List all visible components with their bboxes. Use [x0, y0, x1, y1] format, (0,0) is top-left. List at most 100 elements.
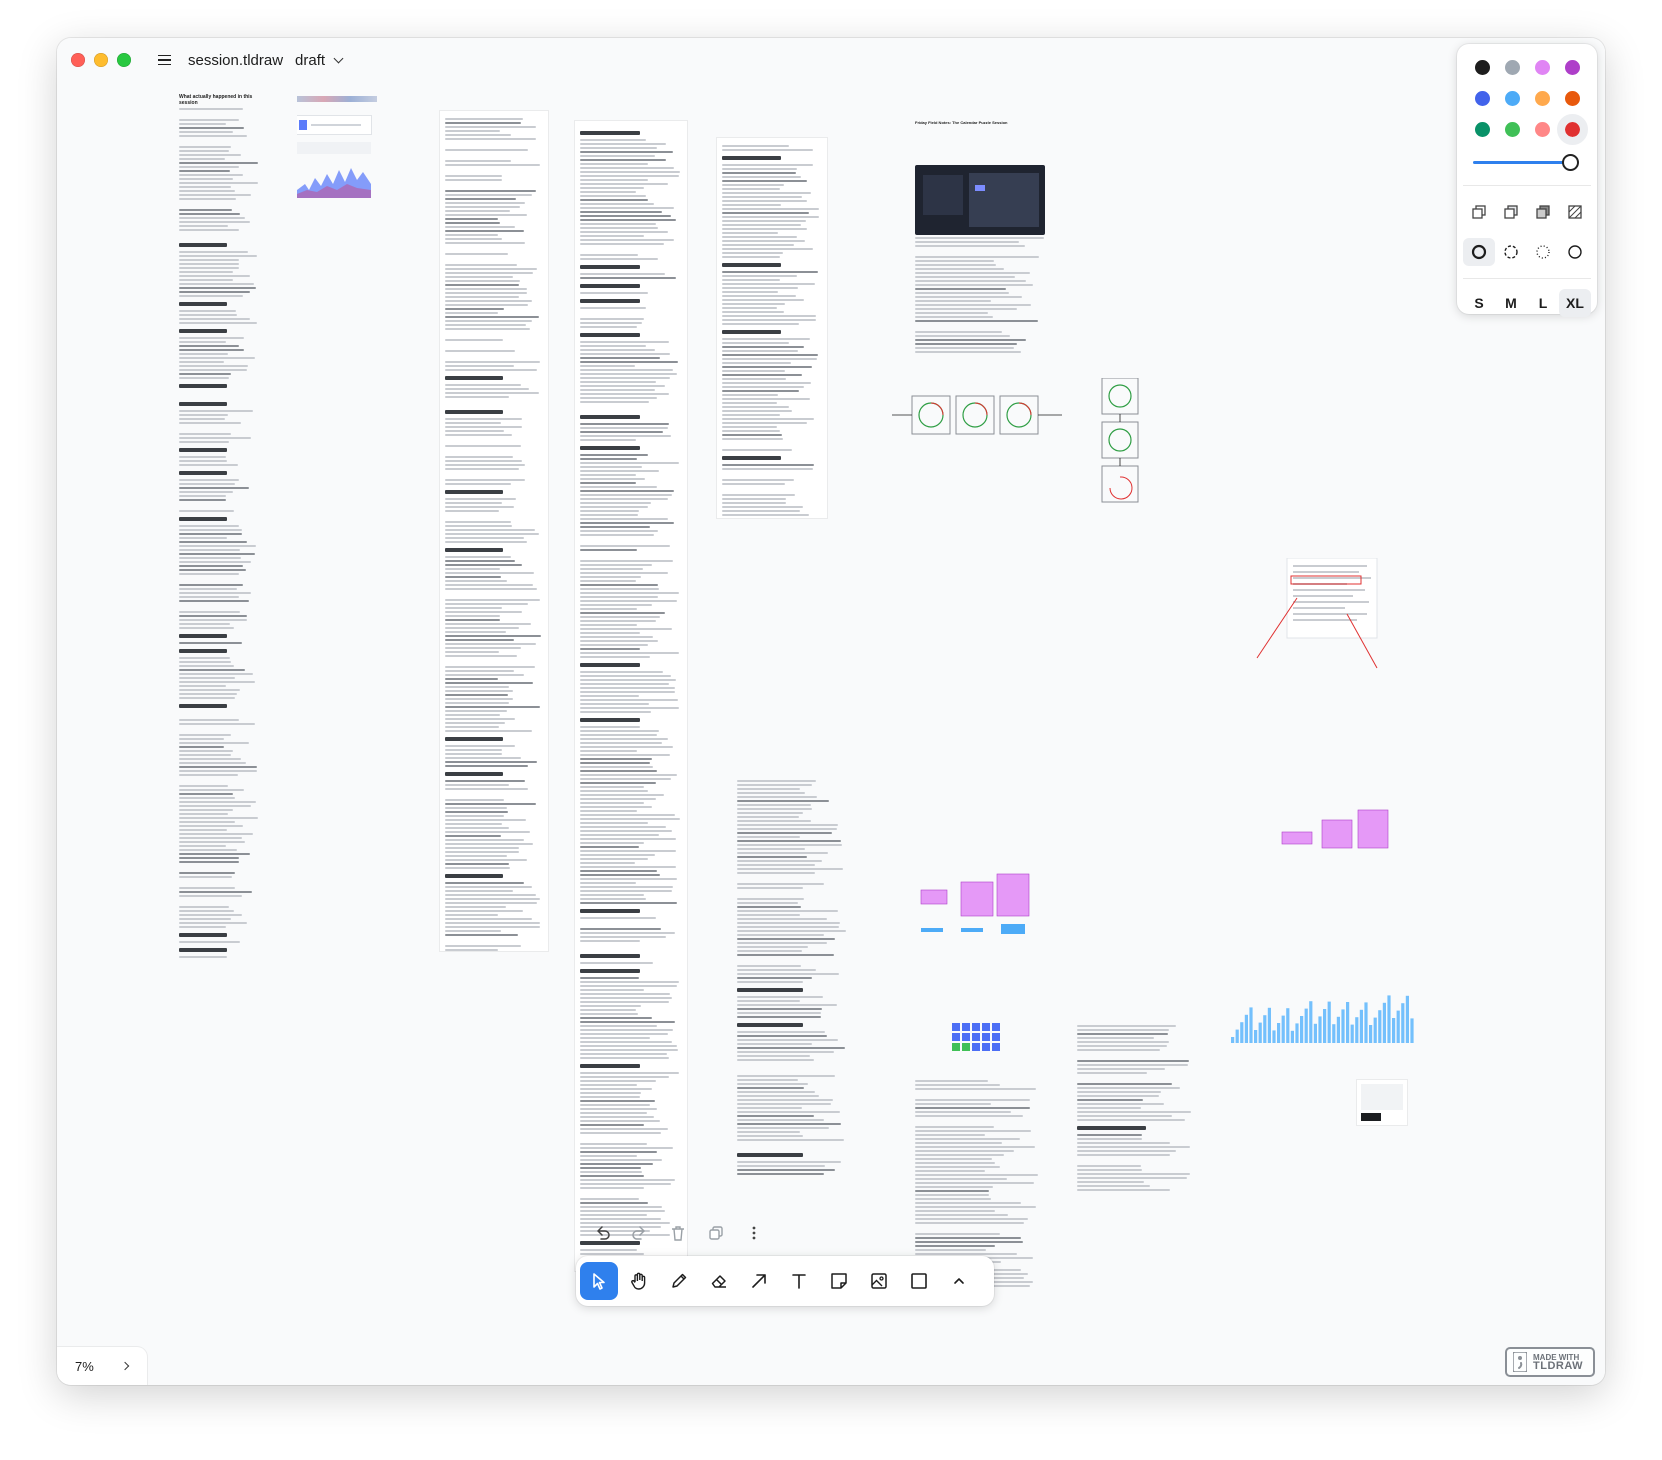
opacity-slider[interactable] — [1469, 151, 1585, 173]
delete-icon[interactable] — [669, 1224, 687, 1247]
image-icon[interactable] — [860, 1262, 898, 1300]
text-line — [737, 898, 804, 900]
color-swatch[interactable] — [1504, 60, 1520, 75]
text-line — [722, 472, 822, 477]
fill-semi-icon[interactable] — [1495, 198, 1527, 226]
size-option-l[interactable]: L — [1527, 289, 1559, 317]
text-line — [580, 401, 649, 403]
undo-icon[interactable] — [593, 1224, 611, 1247]
color-swatch[interactable] — [1534, 91, 1550, 106]
color-swatch[interactable] — [1564, 60, 1580, 75]
text-line — [580, 1179, 675, 1181]
color-swatch[interactable] — [1564, 91, 1580, 106]
arrow-icon[interactable] — [740, 1262, 778, 1300]
text-line — [580, 1120, 660, 1122]
color-swatch[interactable] — [1534, 60, 1550, 75]
more-icon[interactable] — [745, 1224, 763, 1247]
note-icon[interactable] — [820, 1262, 858, 1300]
text-line — [737, 910, 838, 912]
minimize-window-button[interactable] — [94, 53, 108, 67]
close-window-button[interactable] — [71, 53, 85, 67]
color-swatch[interactable] — [1556, 114, 1588, 145]
size-option-m[interactable]: M — [1495, 289, 1527, 317]
text-line — [179, 697, 235, 699]
text-line — [445, 179, 502, 181]
draft-status-dropdown[interactable]: draft — [295, 52, 344, 69]
hand-icon[interactable] — [620, 1262, 658, 1300]
text-line — [580, 167, 674, 169]
text-line — [915, 339, 1026, 341]
text-icon[interactable] — [780, 1262, 818, 1300]
color-swatch[interactable] — [1504, 91, 1520, 106]
text-line — [580, 981, 679, 983]
bar — [1295, 1023, 1299, 1043]
text-line — [580, 846, 639, 848]
size-option-xl[interactable]: XL — [1559, 289, 1591, 317]
dash-dashed-icon[interactable] — [1495, 238, 1527, 266]
text-line — [737, 1123, 841, 1125]
text-line — [179, 178, 233, 180]
text-line — [1077, 1169, 1142, 1171]
text-line — [737, 1091, 815, 1093]
eraser-icon[interactable] — [700, 1262, 738, 1300]
chevron-right-icon[interactable] — [120, 1361, 130, 1371]
text-line — [737, 1165, 825, 1167]
text-line — [580, 1009, 636, 1011]
color-swatch[interactable] — [1474, 91, 1490, 106]
text-line — [580, 147, 657, 149]
text-line — [445, 246, 543, 251]
text-line — [445, 737, 503, 741]
redo-icon[interactable] — [631, 1224, 649, 1247]
dash-dotted-icon[interactable] — [1527, 238, 1559, 266]
color-swatch[interactable] — [1474, 60, 1490, 75]
text-line — [179, 600, 249, 602]
rectangle-icon[interactable] — [900, 1262, 938, 1300]
color-swatch[interactable] — [1534, 122, 1550, 137]
text-line — [445, 607, 502, 609]
text-line — [445, 122, 521, 124]
maximize-window-button[interactable] — [117, 53, 131, 67]
bar — [1254, 1030, 1258, 1043]
text-line — [737, 812, 803, 814]
text-line — [580, 490, 674, 492]
text-line — [915, 351, 1021, 353]
text-line — [915, 272, 1030, 274]
text-line — [722, 244, 794, 246]
duplicate-icon[interactable] — [707, 1224, 725, 1247]
select-icon[interactable] — [580, 1262, 618, 1300]
text-line — [179, 573, 239, 575]
document-title[interactable]: session.tldraw — [188, 52, 283, 69]
text-line — [580, 608, 637, 610]
made-with-tldraw-badge[interactable]: MADE WITH TLDRAW — [1505, 1347, 1595, 1377]
color-swatch[interactable] — [1474, 122, 1490, 137]
text-line — [722, 145, 789, 147]
text-line — [445, 369, 537, 371]
text-line — [179, 353, 228, 355]
text-line — [580, 644, 648, 646]
main-menu-icon[interactable] — [154, 49, 176, 71]
field-notes-heading: Friday Field Notes: The Calendar Puzzle … — [915, 120, 1008, 125]
opacity-slider-thumb[interactable] — [1562, 154, 1579, 171]
text-line — [580, 239, 674, 241]
text-line — [580, 683, 669, 685]
zoom-indicator[interactable]: 7% — [57, 1347, 147, 1385]
chevron-up-icon[interactable] — [940, 1262, 978, 1300]
text-line — [179, 857, 239, 859]
text-line — [580, 834, 659, 836]
fill-none-icon[interactable] — [1463, 198, 1495, 226]
text-line — [445, 268, 537, 270]
size-option-s[interactable]: S — [1463, 289, 1495, 317]
dash-draw-icon[interactable] — [1463, 238, 1495, 266]
testing-notes — [1077, 1023, 1197, 1193]
fill-pattern-icon[interactable] — [1559, 198, 1591, 226]
text-line — [580, 1013, 638, 1015]
canvas[interactable]: What actually happened in this session F… — [57, 38, 1605, 1385]
bar — [1392, 1018, 1396, 1043]
text-line — [179, 891, 252, 893]
dash-solid-icon[interactable] — [1559, 238, 1591, 266]
text-line — [179, 657, 230, 659]
text-line — [722, 479, 794, 481]
color-swatch[interactable] — [1504, 122, 1520, 137]
draw-icon[interactable] — [660, 1262, 698, 1300]
fill-solid-icon[interactable] — [1527, 198, 1559, 226]
